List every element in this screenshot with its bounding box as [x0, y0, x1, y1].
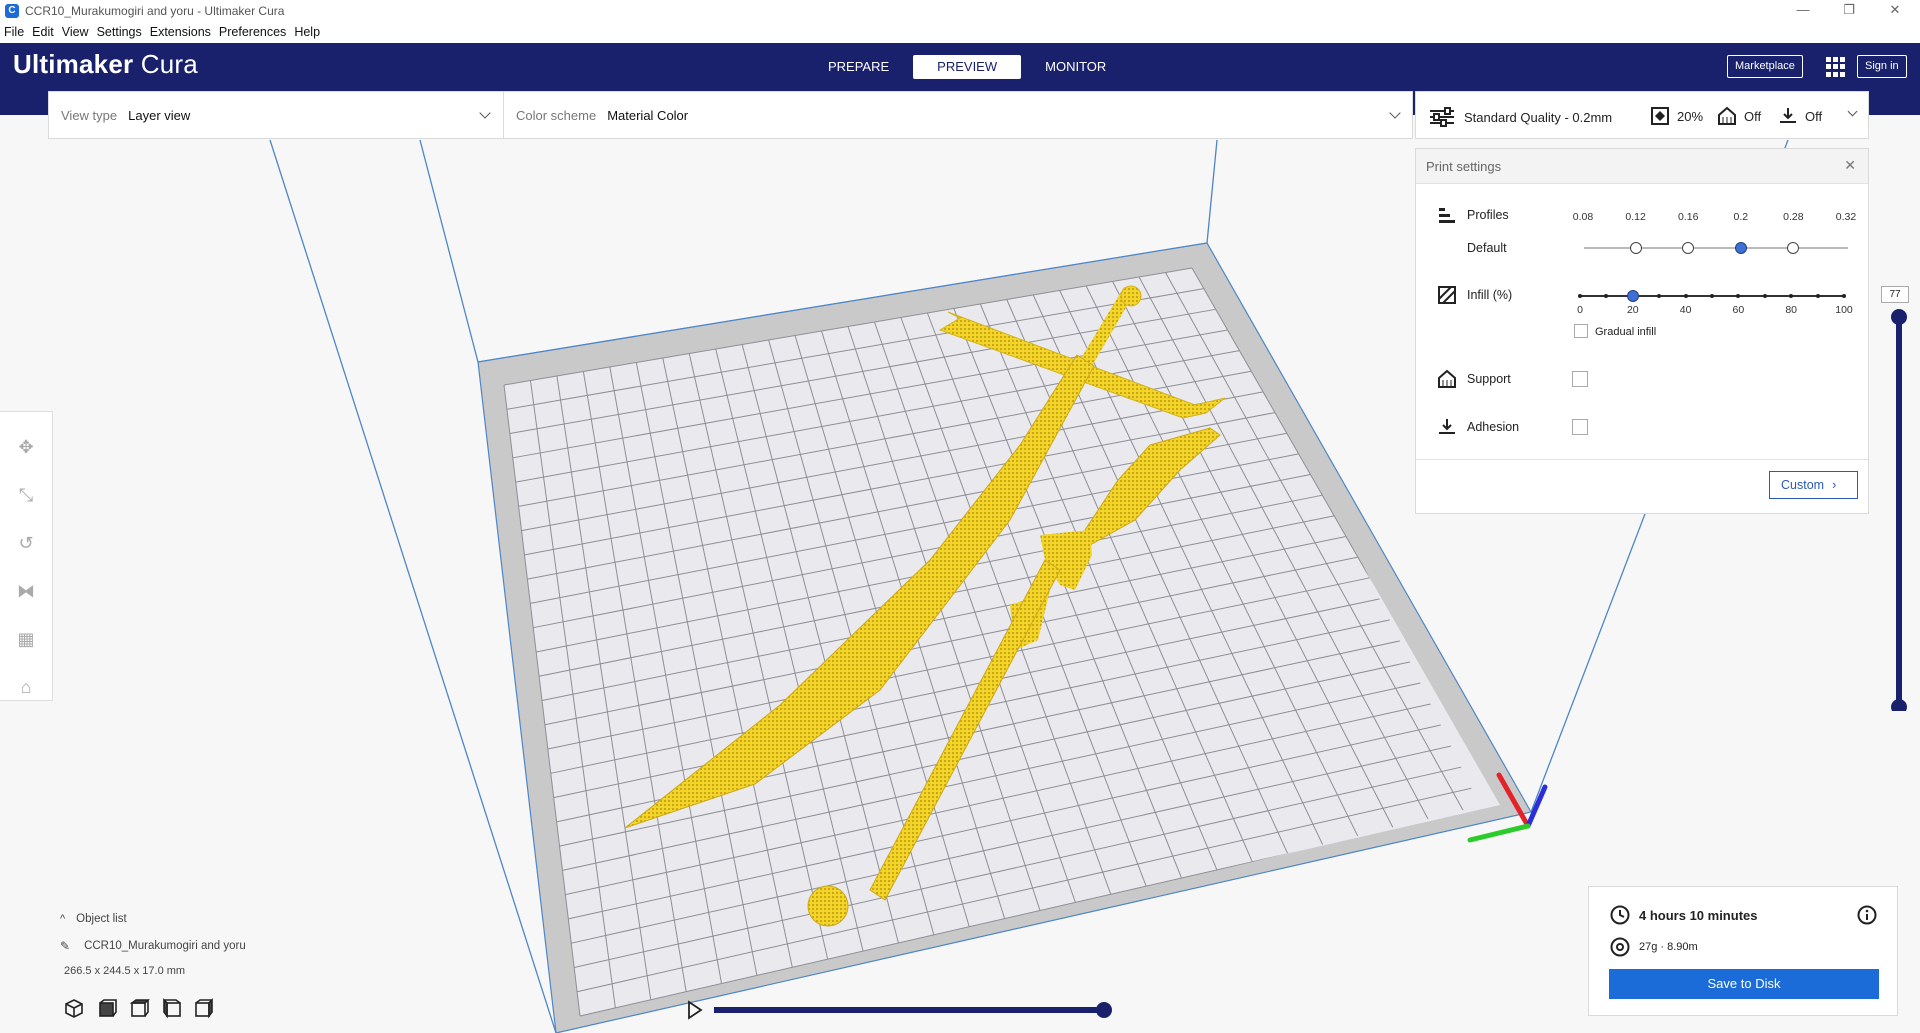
profile-tick-label: 0.08 — [1572, 211, 1594, 223]
infill-step-dot — [1604, 294, 1609, 298]
profile-tick-label: 0.2 — [1733, 211, 1749, 223]
scale-icon[interactable]: ⤡ — [13, 482, 39, 508]
support-blocker-icon[interactable]: ⌂ — [13, 674, 39, 700]
view-settings-bar: View type Layer view Color scheme Materi… — [48, 91, 1413, 139]
print-estimate-panel: 4 hours 10 minutes 27g · 8.90m Save to D… — [1588, 886, 1898, 1016]
move-icon[interactable]: ✥ — [13, 434, 39, 460]
spool-icon — [1610, 937, 1630, 957]
custom-button[interactable]: Custom › — [1769, 471, 1858, 499]
layer-slider-upper-handle[interactable] — [1891, 309, 1907, 325]
mirror-icon[interactable]: ⧓ — [13, 578, 39, 604]
adhesion-icon — [1780, 108, 1796, 123]
profile-option-0.28[interactable] — [1787, 242, 1800, 254]
infill-icon — [1651, 107, 1669, 125]
infill-step-dot — [1710, 294, 1714, 298]
infill-summary: 20% — [1651, 107, 1703, 125]
divider — [1416, 459, 1868, 460]
playback-handle[interactable] — [1096, 1002, 1112, 1018]
adhesion-row: Adhesion — [1438, 418, 1519, 436]
profile-tick-label: 0.16 — [1677, 211, 1699, 223]
chevron-down-icon — [1389, 107, 1401, 119]
color-scheme-dropdown[interactable]: Color scheme Material Color — [504, 92, 1412, 138]
infill-step-dot — [1762, 294, 1767, 298]
object-list-panel: ^ Object list ✎ CCR10_Murakumogiri and y… — [60, 913, 246, 977]
infill-tick-label: 80 — [1785, 304, 1798, 316]
gradual-infill-label: Gradual infill — [1595, 326, 1657, 338]
object-dimensions: 266.5 x 244.5 x 17.0 mm — [64, 965, 186, 977]
profile-option-0.16[interactable] — [1682, 242, 1695, 254]
view-front-icon[interactable] — [99, 999, 117, 1017]
layer-slider[interactable] — [1888, 285, 1910, 711]
view-right-icon[interactable] — [195, 998, 213, 1019]
profile-option-0.12[interactable] — [1629, 242, 1642, 254]
view-left-icon[interactable] — [163, 998, 181, 1019]
quality-summary: Standard Quality - 0.2mm — [1429, 107, 1612, 127]
infill-step-dot — [1683, 294, 1688, 298]
profile-tick-label: 0.12 — [1625, 211, 1646, 223]
view-top-icon[interactable] — [129, 999, 150, 1017]
print-settings-panel: Print settings ✕ Profiles Default 0.08 0.… — [1415, 148, 1869, 514]
profile-slider-track — [1584, 247, 1848, 249]
infill-step-dot — [1789, 294, 1794, 298]
support-row: Support — [1438, 370, 1511, 388]
print-setup-bar[interactable]: Standard Quality - 0.2mm 20% Off Off — [1415, 91, 1869, 139]
infill-tick-label: 60 — [1732, 304, 1745, 316]
transform-toolbar: ✥ ⤡ ↺ ⧓ ▦ ⌂ — [0, 411, 53, 701]
info-icon[interactable] — [1857, 905, 1877, 930]
infill-tick-label: 20 — [1626, 304, 1639, 316]
pencil-icon[interactable]: ✎ — [60, 939, 70, 953]
chevron-down-icon — [479, 107, 491, 119]
per-model-settings-icon[interactable]: ▦ — [13, 626, 39, 652]
infill-step-dot — [1657, 294, 1662, 298]
support-checkbox[interactable] — [1572, 371, 1588, 387]
support-icon — [1718, 107, 1736, 125]
adhesion-checkbox[interactable] — [1572, 419, 1588, 435]
layer-slider-lower-handle[interactable] — [1891, 699, 1907, 711]
material-row: 27g · 8.90m — [1610, 937, 1698, 957]
infill-row: Infill (%) — [1438, 286, 1512, 304]
profile-default: Default — [1467, 241, 1507, 255]
profile-tick-label: 0.32 — [1835, 211, 1857, 223]
infill-step-dot — [1736, 294, 1741, 298]
object-list-toggle[interactable]: ^ Object list — [60, 913, 246, 925]
support-icon — [1438, 370, 1456, 388]
infill-step-dot — [1842, 294, 1846, 298]
profiles-icon — [1439, 208, 1455, 223]
print-settings-header: Print settings ✕ — [1416, 149, 1868, 184]
clock-icon — [1610, 905, 1630, 925]
view-3d-icon[interactable] — [65, 999, 83, 1018]
camera-views — [65, 998, 213, 1019]
adhesion-icon — [1439, 419, 1455, 434]
close-icon[interactable]: ✕ — [1844, 157, 1856, 174]
sliders-icon — [1430, 107, 1454, 127]
save-to-disk-button[interactable]: Save to Disk — [1609, 969, 1879, 999]
view-type-dropdown[interactable]: View type Layer view — [49, 92, 504, 138]
infill-tick-label: 100 — [1835, 304, 1853, 316]
infill-tick-label: 40 — [1679, 304, 1692, 316]
support-summary: Off — [1718, 107, 1761, 125]
infill-step-dot — [1815, 294, 1820, 298]
adhesion-summary: Off — [1779, 107, 1822, 125]
gradual-infill-checkbox[interactable] — [1574, 324, 1588, 338]
playback-slider[interactable] — [684, 998, 1114, 1022]
profiles-row: Profiles — [1438, 206, 1509, 224]
infill-icon — [1438, 286, 1456, 304]
chevron-up-icon: ^ — [60, 913, 66, 925]
infill-step-dot — [1578, 294, 1582, 298]
profile-tick-label: 0.28 — [1783, 211, 1804, 223]
play-icon[interactable] — [688, 1000, 703, 1020]
chevron-down-icon[interactable] — [1847, 106, 1858, 117]
infill-tick-label: 0 — [1577, 304, 1583, 316]
profile-option-0.2[interactable] — [1734, 242, 1747, 254]
print-time-row: 4 hours 10 minutes — [1610, 905, 1757, 925]
rotate-icon[interactable]: ↺ — [13, 530, 39, 556]
object-name-row[interactable]: ✎ CCR10_Murakumogiri and yoru — [60, 939, 246, 953]
infill-slider-handle[interactable] — [1626, 290, 1639, 302]
